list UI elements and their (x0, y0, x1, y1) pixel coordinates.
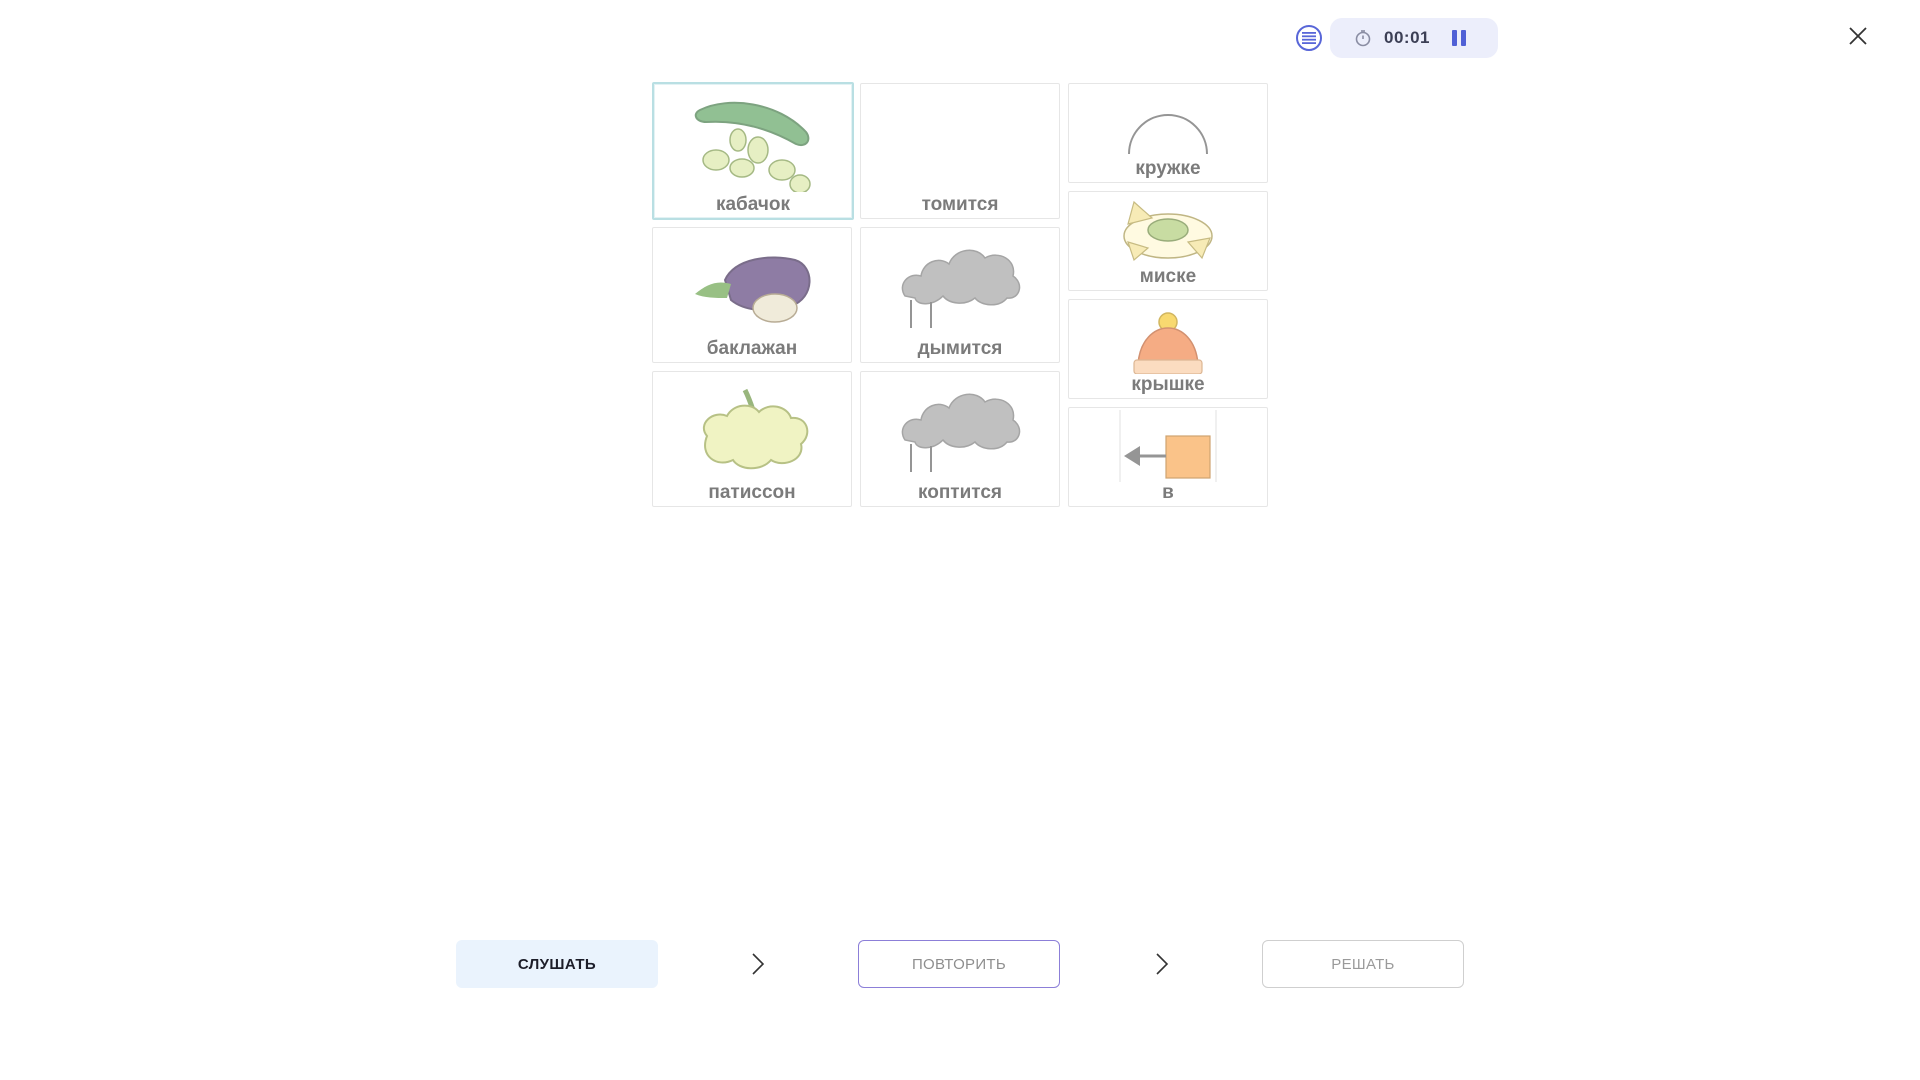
hat-lid-icon (1133, 312, 1203, 374)
list-icon[interactable] (1296, 25, 1322, 51)
tile-label: кружке (1135, 158, 1201, 179)
chevron-right-icon (1156, 953, 1169, 975)
tile-label: в (1162, 482, 1174, 503)
picture-board: кабачок баклажан патиссон томится дымитс… (652, 82, 1272, 510)
solve-button[interactable]: РЕШАТЬ (1262, 940, 1464, 988)
tile-eggplant[interactable]: баклажан (652, 227, 852, 363)
tile-bowl[interactable]: миске (1068, 191, 1268, 291)
smoke-icon (901, 393, 1021, 472)
tile-into[interactable]: в (1068, 407, 1268, 507)
pattypan-squash-icon (702, 388, 809, 470)
tile-label: кабачок (715, 194, 791, 215)
repeat-button[interactable]: ПОВТОРИТЬ (858, 940, 1060, 988)
tile-label: миске (1139, 266, 1197, 287)
tile-smokes[interactable]: дымится (860, 227, 1060, 363)
tile-label: коптится (917, 482, 1003, 503)
tile-label: патиссон (708, 482, 796, 503)
tile-label: дымится (917, 338, 1003, 359)
listen-button[interactable]: СЛУШАТЬ (456, 940, 658, 988)
eggplant-icon (695, 256, 811, 323)
tile-languish[interactable]: томится (860, 83, 1060, 219)
tile-pattypan[interactable]: патиссон (652, 371, 852, 507)
smoke-icon (901, 249, 1021, 328)
stopwatch-icon (1355, 30, 1371, 47)
close-icon[interactable] (1846, 24, 1870, 48)
mug-icon (1128, 114, 1208, 154)
tile-label: томится (921, 194, 999, 215)
bowl-icon (1123, 200, 1213, 262)
tile-zucchini[interactable]: кабачок (652, 82, 854, 220)
zucchini-icon (694, 101, 811, 192)
tile-mug[interactable]: кружке (1068, 83, 1268, 183)
timer-panel: 00:01 (1330, 18, 1498, 58)
tile-label: крышке (1131, 374, 1205, 395)
bottom-controls: СЛУШАТЬ ПОВТОРИТЬ РЕШАТЬ (0, 940, 1920, 988)
chevron-right-icon (752, 953, 765, 975)
tile-smoked[interactable]: коптится (860, 371, 1060, 507)
into-arrow-icon (1119, 410, 1217, 482)
timer-value: 00:01 (1384, 28, 1430, 47)
top-controls: 00:01 (1296, 18, 1498, 58)
tile-label: баклажан (706, 338, 798, 359)
tile-lid[interactable]: крышке (1068, 299, 1268, 399)
pause-icon[interactable] (1451, 30, 1466, 46)
